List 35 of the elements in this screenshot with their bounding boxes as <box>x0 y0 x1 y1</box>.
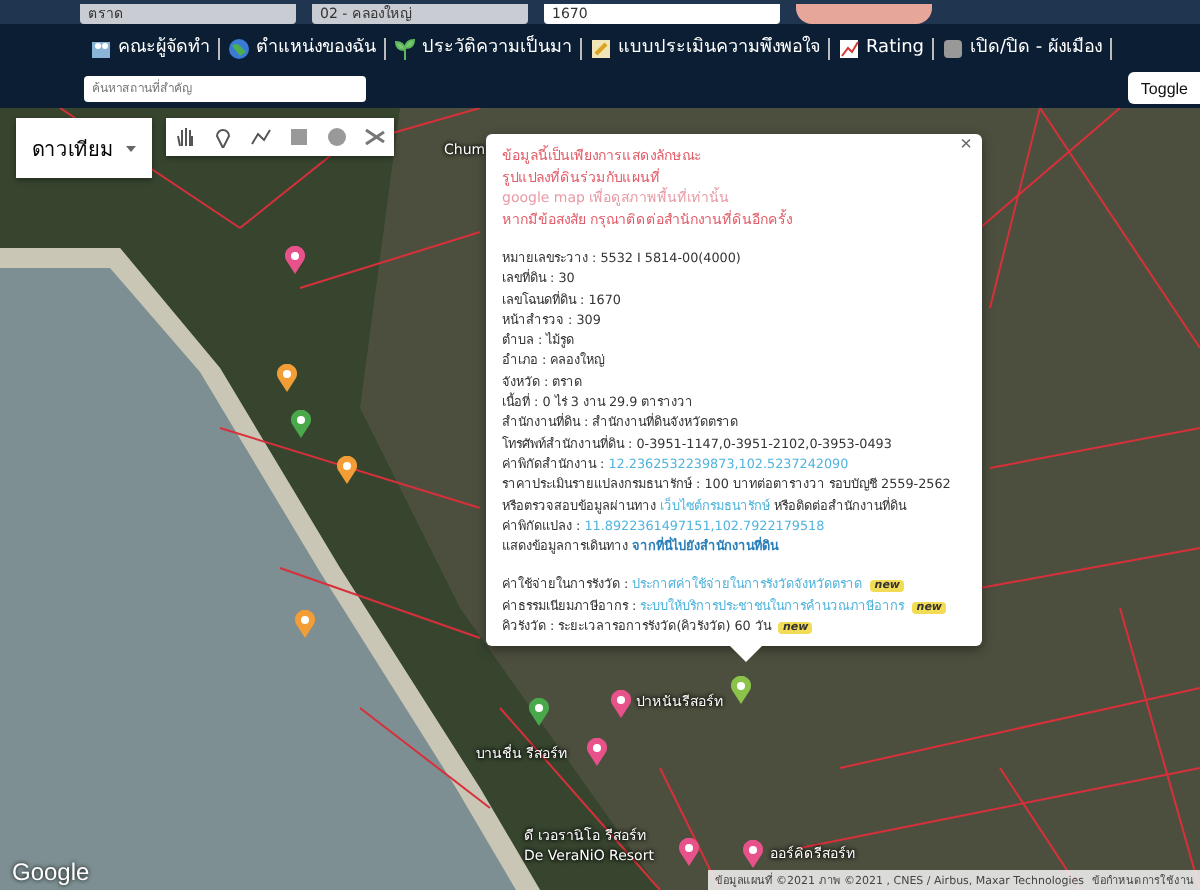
sprout-icon <box>394 37 416 59</box>
map-pin-icon[interactable] <box>610 690 632 718</box>
menu-item[interactable]: คณะผู้จัดทำ <box>82 37 220 59</box>
chart-icon <box>838 37 860 59</box>
tool-button[interactable] <box>356 118 394 156</box>
map-pin-icon[interactable] <box>678 838 700 866</box>
menu-item[interactable]: เปิด/ปิด - ผังเมือง <box>934 37 1113 59</box>
map-pin-icon[interactable] <box>528 698 550 726</box>
menu-item[interactable]: ตำแหน่งของฉัน <box>220 37 386 59</box>
google-logo: Google <box>12 858 90 886</box>
search-button[interactable] <box>796 4 932 24</box>
menu-item[interactable]: แบบประเมินความพึงพอใจ <box>582 37 830 59</box>
scissors-icon <box>364 126 386 148</box>
globe-icon <box>228 37 250 59</box>
map-type-dropdown[interactable]: ดาวเทียม <box>16 118 152 178</box>
toggle-button[interactable]: Toggle <box>1128 72 1200 104</box>
form-icon <box>590 37 612 59</box>
people-icon <box>90 37 112 59</box>
pin-icon <box>212 126 234 148</box>
tool-button[interactable] <box>166 118 204 156</box>
menu-item[interactable]: Rating <box>830 37 935 59</box>
map-pin-icon[interactable] <box>586 738 608 766</box>
map-pin-icon[interactable] <box>742 840 764 868</box>
close-button[interactable]: × <box>956 134 976 156</box>
circle-icon <box>326 126 348 148</box>
map-pin-icon[interactable] <box>290 410 312 438</box>
map-pin-icon[interactable] <box>730 676 752 704</box>
polyline-icon <box>250 126 272 148</box>
map-pin-icon[interactable] <box>276 364 298 392</box>
caret-icon <box>126 145 136 151</box>
map-pin-icon[interactable] <box>336 456 358 484</box>
map-pin-icon[interactable] <box>284 246 306 274</box>
menu-item[interactable]: ประวัติความเป็นมา <box>386 37 582 59</box>
square-icon <box>942 37 965 59</box>
square-icon <box>288 126 310 148</box>
